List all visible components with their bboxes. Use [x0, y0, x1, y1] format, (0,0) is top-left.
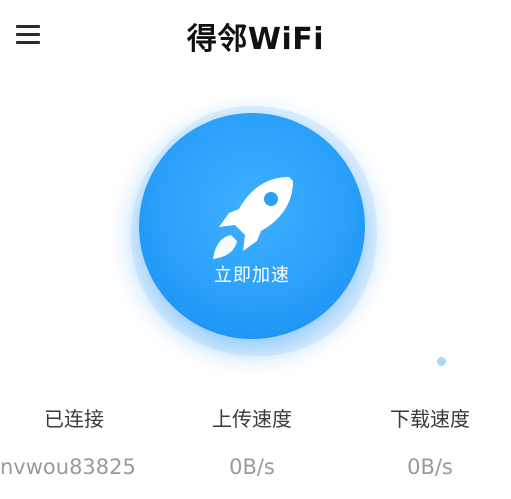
- stat-connected-value: nvwou83825: [0, 455, 136, 479]
- app-title: 得邻WiFi: [186, 22, 325, 57]
- stat-upload-label: 上传速度: [212, 407, 292, 431]
- stat-upload-speed: 上传速度 0B/s: [167, 402, 337, 484]
- rocket-icon: [213, 177, 293, 259]
- connection-stats: 已连接 nvwou83825 上传速度 0B/s 下载速度 0B/s: [0, 402, 511, 499]
- stat-connected-label: 已连接: [44, 407, 104, 431]
- decorative-dot: [437, 357, 446, 366]
- stat-download-label: 下载速度: [390, 407, 470, 431]
- stat-connected: 已连接 nvwou83825: [0, 402, 150, 484]
- boost-button[interactable]: 立即加速: [139, 113, 365, 339]
- stat-upload-value: 0B/s: [229, 455, 275, 479]
- stat-download-value: 0B/s: [407, 455, 453, 479]
- stat-download-speed: 下载速度 0B/s: [345, 402, 511, 484]
- wifi-app-screen: 得邻WiFi 立即加速 已连接 nvwou83825 上传速度 0B/s 下载速…: [0, 0, 511, 499]
- boost-label: 立即加速: [214, 265, 290, 286]
